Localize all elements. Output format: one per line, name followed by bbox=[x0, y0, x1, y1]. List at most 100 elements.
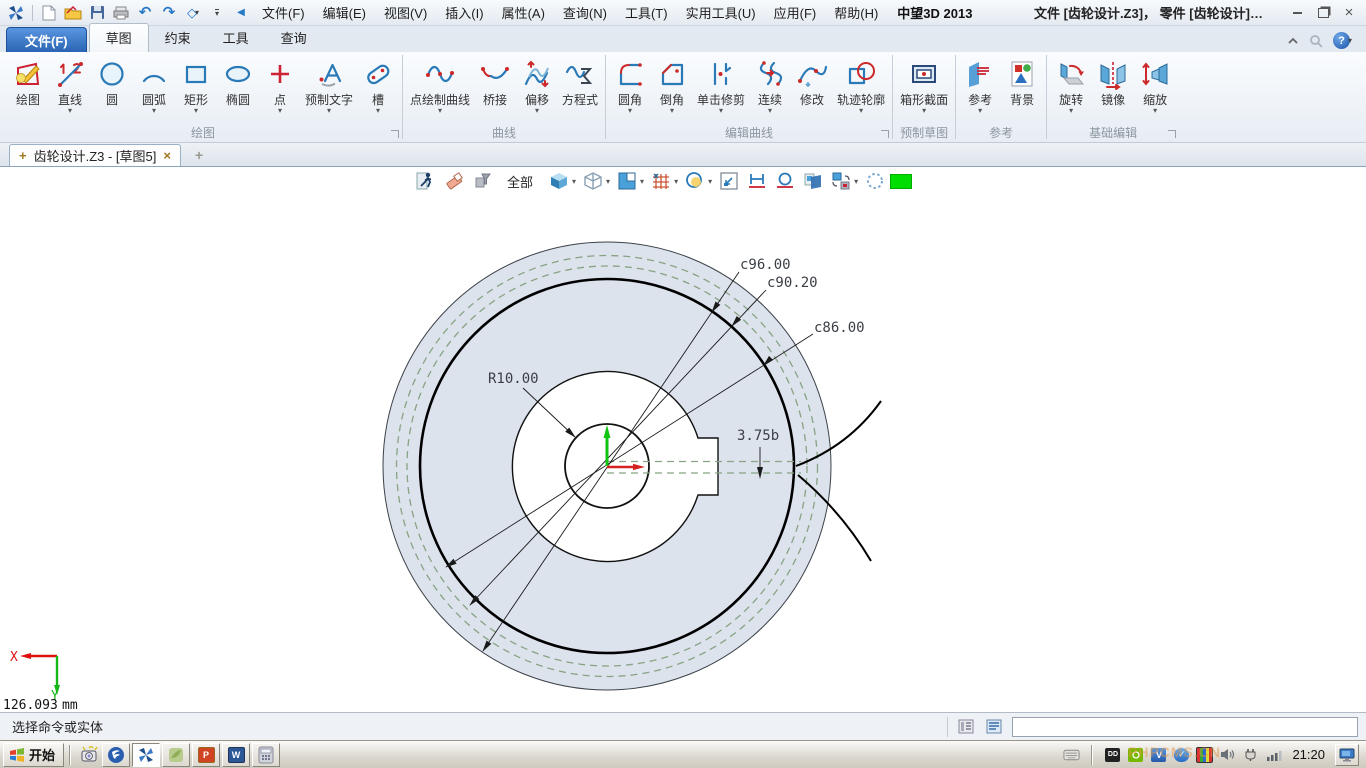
dim-label-outer[interactable]: c96.00 bbox=[740, 257, 791, 273]
ribbon-button-box-section[interactable]: 箱形截面 ▾ bbox=[896, 53, 952, 115]
dim-label-keyway[interactable]: 3.75b bbox=[737, 428, 779, 444]
ribbon-button-draw[interactable]: 绘图 bbox=[7, 53, 49, 107]
dropdown-caret[interactable]: ▾ bbox=[859, 107, 863, 115]
measure-circle-icon[interactable] bbox=[772, 169, 797, 193]
dropdown-caret[interactable]: ▾ bbox=[628, 107, 632, 115]
ribbon-button-arc[interactable]: 圆弧 ▾ bbox=[133, 53, 175, 115]
ribbon-button-point-curve[interactable]: 点绘制曲线 ▾ bbox=[406, 53, 474, 115]
ribbon-button-equation[interactable]: 方程式 bbox=[558, 53, 602, 107]
dim-label-root[interactable]: c86.00 bbox=[814, 320, 865, 336]
ribbon-button-reference[interactable]: 参考 ▾ bbox=[959, 53, 1001, 115]
dropdown-caret[interactable]: ▾ bbox=[376, 107, 380, 115]
zoom-extents-icon[interactable] bbox=[716, 169, 741, 193]
exit-sketch-icon[interactable] bbox=[413, 169, 438, 193]
ribbon-button-ready-text[interactable]: 预制文字 ▾ bbox=[301, 53, 357, 115]
dropdown-caret[interactable]: ▾ bbox=[68, 107, 72, 115]
file-menu-button[interactable]: 文件(F) bbox=[6, 27, 87, 52]
ribbon-button-background[interactable]: 背景 bbox=[1001, 53, 1043, 107]
tray-antivirus-icon[interactable]: V bbox=[1150, 747, 1167, 763]
command-input[interactable] bbox=[1012, 717, 1358, 737]
show-desktop-button[interactable] bbox=[1335, 744, 1359, 766]
ribbon-button-one-click-trim[interactable]: 单击修剪 ▾ bbox=[693, 53, 749, 115]
close-button[interactable]: × bbox=[1336, 4, 1362, 22]
menu-view[interactable]: 视图(V) bbox=[375, 0, 436, 25]
panel-toggle-icon[interactable] bbox=[800, 169, 825, 193]
document-tab[interactable]: + 齿轮设计.Z3 - [草图5] × bbox=[9, 144, 181, 166]
tab-constraint[interactable]: 约束 bbox=[149, 24, 207, 52]
dropdown-caret[interactable]: ▾ bbox=[438, 107, 442, 115]
dialog-launcher-icon[interactable] bbox=[391, 130, 399, 138]
zoom-circle-icon[interactable] bbox=[682, 169, 707, 193]
new-file-icon[interactable] bbox=[38, 3, 60, 23]
open-file-icon[interactable] bbox=[62, 3, 84, 23]
ribbon-button-ellipse[interactable]: 椭圆 bbox=[217, 53, 259, 107]
shaded-view-icon[interactable] bbox=[546, 169, 571, 193]
dropdown-caret[interactable]: ▾ bbox=[327, 107, 331, 115]
dropdown-caret[interactable]: ▾ bbox=[854, 177, 858, 186]
menu-attributes[interactable]: 属性(A) bbox=[493, 0, 554, 25]
dropdown-caret[interactable]: ▾ bbox=[708, 177, 712, 186]
selection-set-icon[interactable] bbox=[862, 169, 887, 193]
redo-icon[interactable]: ↷ bbox=[158, 3, 180, 23]
dropdown-caret[interactable]: ▾ bbox=[152, 107, 156, 115]
minimize-button[interactable] bbox=[1284, 4, 1310, 22]
ribbon-button-bridge[interactable]: 桥接 bbox=[474, 53, 516, 107]
menu-file[interactable]: 文件(F) bbox=[253, 0, 314, 25]
swap-view-icon[interactable] bbox=[828, 169, 853, 193]
grid-icon[interactable] bbox=[648, 169, 673, 193]
dropdown-caret[interactable]: ▾ bbox=[768, 107, 772, 115]
tray-colors-icon[interactable] bbox=[1196, 747, 1213, 763]
tray-shield-icon[interactable]: ✓ bbox=[1173, 747, 1190, 763]
collapse-left-icon[interactable]: ◀ bbox=[230, 3, 252, 23]
ribbon-button-continue[interactable]: 连续 ▾ bbox=[749, 53, 791, 115]
menu-applications[interactable]: 应用(F) bbox=[765, 0, 826, 25]
menu-inquire[interactable]: 查询(N) bbox=[554, 0, 616, 25]
quicklaunch-browser[interactable] bbox=[102, 743, 130, 767]
dropdown-caret[interactable]: ▾ bbox=[1069, 107, 1073, 115]
start-button[interactable]: 开始 bbox=[3, 743, 64, 767]
ribbon-button-scale[interactable]: 缩放 ▾ bbox=[1134, 53, 1176, 115]
filter-icon[interactable] bbox=[469, 169, 494, 193]
dim-label-pitch[interactable]: c90.20 bbox=[767, 275, 818, 291]
dropdown-caret[interactable]: ▾ bbox=[922, 107, 926, 115]
quicklaunch-powerpoint[interactable]: P bbox=[192, 743, 220, 767]
ribbon-button-circle[interactable]: 圆 bbox=[91, 53, 133, 107]
volume-icon[interactable] bbox=[1219, 747, 1236, 763]
menu-edit[interactable]: 编辑(E) bbox=[314, 0, 375, 25]
undo-icon[interactable]: ↶ bbox=[134, 3, 156, 23]
menu-insert[interactable]: 插入(I) bbox=[436, 0, 492, 25]
tab-tools[interactable]: 工具 bbox=[207, 24, 265, 52]
print-icon[interactable] bbox=[110, 3, 132, 23]
dropdown-caret[interactable]: ▾ bbox=[674, 177, 678, 186]
ribbon-button-chamfer[interactable]: 倒角 ▾ bbox=[651, 53, 693, 115]
command-log-icon[interactable] bbox=[984, 718, 1004, 736]
color-swatch[interactable] bbox=[890, 174, 912, 189]
tab-sketch[interactable]: 草图 bbox=[89, 23, 149, 52]
dim-label-bore[interactable]: R10.00 bbox=[488, 371, 539, 387]
menu-tools[interactable]: 工具(T) bbox=[616, 0, 677, 25]
dropdown-caret[interactable]: ▾ bbox=[670, 107, 674, 115]
tab-close-icon[interactable]: × bbox=[163, 148, 171, 163]
quicklaunch-calculator[interactable] bbox=[252, 743, 280, 767]
dropdown-caret[interactable]: ▾ bbox=[194, 107, 198, 115]
history-panel-icon[interactable] bbox=[956, 718, 976, 736]
screenshot-tool-icon[interactable] bbox=[76, 743, 101, 767]
ribbon-button-rectangle[interactable]: 矩形 ▾ bbox=[175, 53, 217, 115]
filter-scope-dropdown[interactable]: 全部 bbox=[507, 172, 533, 191]
ribbon-button-point[interactable]: 点 ▾ bbox=[259, 53, 301, 115]
menu-utilities[interactable]: 实用工具(U) bbox=[677, 0, 765, 25]
dialog-launcher-icon[interactable] bbox=[1168, 130, 1176, 138]
erase-icon[interactable] bbox=[441, 169, 466, 193]
ribbon-button-mirror[interactable]: 镜像 bbox=[1092, 53, 1134, 107]
dialog-launcher-icon[interactable] bbox=[881, 130, 889, 138]
clock[interactable]: 21:20 bbox=[1292, 747, 1325, 762]
dropdown-caret[interactable]: ▾ bbox=[535, 107, 539, 115]
dropdown-caret[interactable]: ▾ bbox=[606, 177, 610, 186]
power-plug-icon[interactable] bbox=[1242, 747, 1259, 763]
dropdown-caret[interactable]: ▾ bbox=[978, 107, 982, 115]
ribbon-button-line[interactable]: 直线 ▾ bbox=[49, 53, 91, 115]
input-method-icon[interactable] bbox=[1063, 747, 1080, 763]
dropdown-caret[interactable]: ▾ bbox=[278, 107, 282, 115]
ribbon-button-slot[interactable]: 槽 ▾ bbox=[357, 53, 399, 115]
gear-sketch-drawing[interactable]: c96.00 c90.20 c86.00 R10.00 3.75b X Y 12… bbox=[0, 167, 1366, 712]
